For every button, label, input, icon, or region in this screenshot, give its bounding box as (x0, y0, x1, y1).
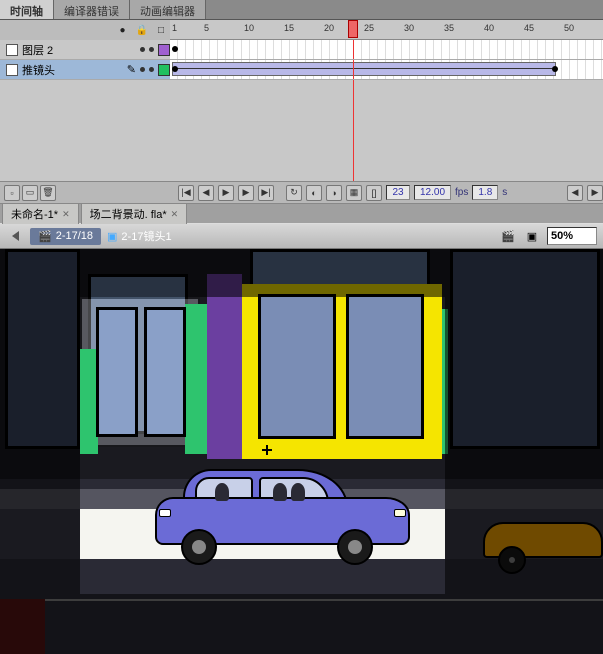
outline-swatch[interactable] (158, 44, 170, 56)
car-yellow (483, 504, 603, 574)
tween-arrow-line (176, 68, 552, 69)
scene-breadcrumb[interactable]: 🎬 2-17/18 (30, 228, 101, 245)
document-tabs: 未命名-1* ✕ 场二背景动. fla* ✕ (0, 203, 603, 223)
document-tab[interactable]: 场二背景动. fla* ✕ (81, 203, 188, 224)
lock-column-icon[interactable]: 🔒 (136, 25, 148, 36)
playhead-line (353, 40, 354, 59)
close-icon[interactable]: ✕ (62, 209, 70, 220)
layer-name: 图层 2 (22, 42, 53, 58)
wall-panel-purple (207, 274, 242, 459)
layers-list: 图层 2 推镜头 ✎ (0, 40, 603, 181)
onion-outline-button[interactable]: ◑ (326, 185, 342, 201)
layer-label[interactable]: 推镜头 ✎ (0, 60, 170, 80)
time-label: s (502, 187, 507, 198)
foreground-object (0, 599, 45, 654)
edit-multiple-button[interactable]: ▦ (346, 185, 362, 201)
scroll-right-button[interactable]: ▶ (587, 185, 603, 201)
registration-point-icon (262, 445, 272, 455)
playhead-line (353, 80, 354, 181)
symbol-breadcrumb[interactable]: ▣ 2-17镜头1 (107, 228, 172, 244)
visibility-dot[interactable] (140, 47, 145, 52)
ruler-tick: 15 (284, 23, 294, 33)
frame-ruler[interactable]: 1 5 10 15 20 25 30 35 40 45 50 (170, 20, 603, 40)
fps-display: 12.00 (414, 185, 451, 200)
delete-layer-button[interactable]: 🗑 (40, 185, 56, 201)
timeline-header: ● 🔒 □ 1 5 10 15 20 25 30 35 40 45 50 (0, 20, 603, 40)
frames-track[interactable] (170, 40, 603, 60)
stage[interactable] (0, 249, 603, 654)
layer-row[interactable]: 图层 2 (0, 40, 603, 60)
frames-track[interactable] (170, 60, 603, 80)
goto-last-button[interactable]: ▶| (258, 185, 274, 201)
onion-markers-button[interactable]: [] (366, 185, 382, 201)
wall-panel-green (185, 304, 207, 454)
tab-compiler-errors[interactable]: 编译器错误 (54, 0, 130, 19)
layer-row[interactable]: 推镜头 ✎ (0, 60, 603, 80)
scene-name: 2-17/18 (56, 230, 93, 242)
layer-type-icon (6, 44, 18, 56)
layer-column-header: ● 🔒 □ (0, 20, 170, 40)
car-purple (155, 467, 410, 567)
layer-type-icon (6, 64, 18, 76)
keyframe-icon[interactable] (172, 66, 178, 72)
onion-skin-button[interactable]: ◐ (306, 185, 322, 201)
new-folder-button[interactable]: ▭ (22, 185, 38, 201)
ruler-tick: 20 (324, 23, 334, 33)
loop-button[interactable]: ↻ (286, 185, 302, 201)
edit-bar: 🎬 2-17/18 ▣ 2-17镜头1 🎬 ▣ (0, 223, 603, 249)
eye-column-icon[interactable]: ● (119, 25, 125, 36)
ruler-tick: 10 (244, 23, 254, 33)
ruler-tick: 1 (172, 23, 177, 33)
panel-tabs: 时间轴 编译器错误 动画编辑器 (0, 0, 603, 20)
zoom-input[interactable] (547, 227, 597, 245)
symbol-name: 2-17镜头1 (121, 228, 171, 244)
tween-span[interactable] (172, 62, 556, 76)
pencil-icon: ✎ (127, 63, 136, 76)
ruler-tick: 35 (444, 23, 454, 33)
layer-label[interactable]: 图层 2 (0, 40, 170, 60)
outline-swatch[interactable] (158, 64, 170, 76)
keyframe-icon[interactable] (172, 46, 178, 52)
close-icon[interactable]: ✕ (171, 209, 179, 220)
wall-panel-green (442, 309, 448, 454)
playhead-marker[interactable] (348, 20, 358, 38)
ruler-tick: 45 (524, 23, 534, 33)
keyframe-icon[interactable] (552, 66, 558, 72)
scroll-left-button[interactable]: ◀ (567, 185, 583, 201)
current-frame-display: 23 (386, 185, 410, 200)
back-button[interactable] (6, 227, 24, 245)
visibility-dot[interactable] (140, 67, 145, 72)
document-tab[interactable]: 未命名-1* ✕ (2, 203, 79, 224)
lock-dot[interactable] (149, 47, 154, 52)
outline-column-icon[interactable]: □ (158, 25, 164, 36)
tab-timeline[interactable]: 时间轴 (0, 0, 54, 19)
ruler-tick: 30 (404, 23, 414, 33)
tab-motion-editor[interactable]: 动画编辑器 (130, 0, 206, 19)
step-back-button[interactable]: ◀ (198, 185, 214, 201)
edit-scene-button[interactable]: 🎬 (499, 227, 517, 245)
fps-label: fps (455, 187, 468, 198)
step-forward-button[interactable]: ▶ (238, 185, 254, 201)
ruler-tick: 5 (204, 23, 209, 33)
edit-symbol-button[interactable]: ▣ (523, 227, 541, 245)
document-tab-label: 场二背景动. fla* (90, 206, 167, 222)
ruler-tick: 40 (484, 23, 494, 33)
symbol-icon: ▣ (107, 230, 117, 243)
goto-first-button[interactable]: |◀ (178, 185, 194, 201)
layer-name: 推镜头 (22, 62, 55, 78)
ruler-tick: 50 (564, 23, 574, 33)
timeline-panel: ● 🔒 □ 1 5 10 15 20 25 30 35 40 45 50 图层 … (0, 20, 603, 203)
play-button[interactable]: ▶ (218, 185, 234, 201)
clapper-icon: 🎬 (38, 230, 52, 243)
timeline-footer: ▫ ▭ 🗑 |◀ ◀ ▶ ▶ ▶| ↻ ◐ ◑ ▦ [] 23 12.00 fp… (0, 181, 603, 203)
ruler-tick: 25 (364, 23, 374, 33)
playhead-line (353, 60, 354, 79)
lock-dot[interactable] (149, 67, 154, 72)
document-tab-label: 未命名-1* (11, 206, 58, 222)
elapsed-time-display: 1.8 (472, 185, 498, 200)
new-layer-button[interactable]: ▫ (4, 185, 20, 201)
